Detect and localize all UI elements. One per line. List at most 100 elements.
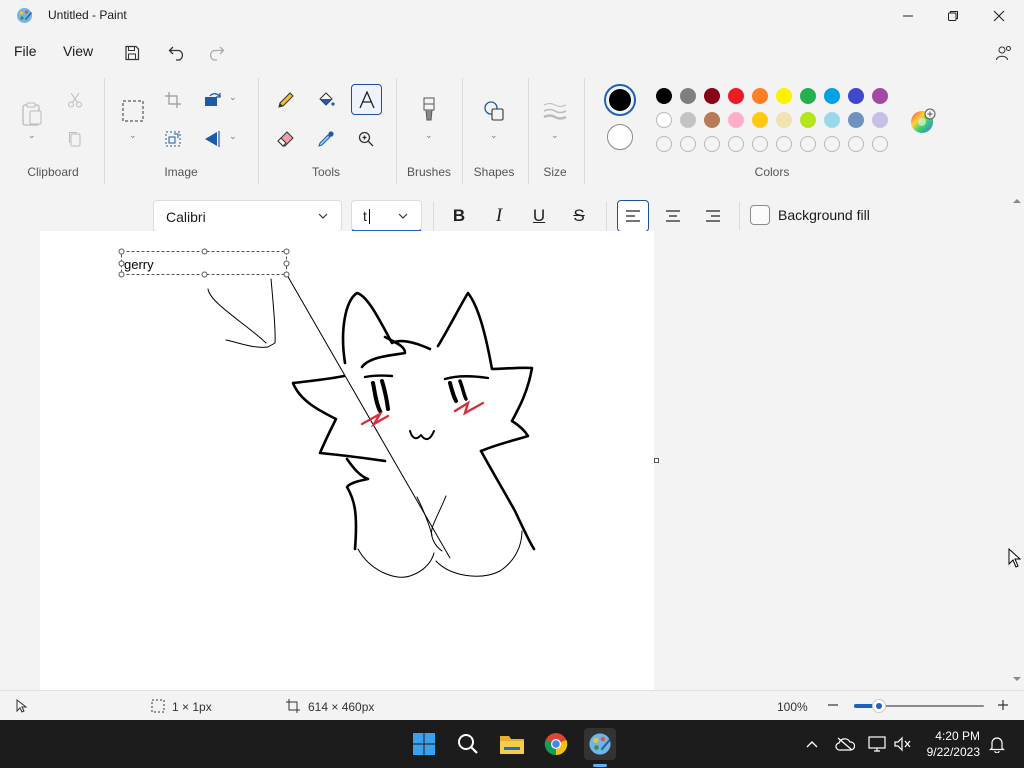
maximize-button[interactable]: [930, 0, 976, 32]
clock-time[interactable]: 4:20 PM: [920, 729, 980, 743]
color-swatch[interactable]: [776, 136, 792, 152]
start-button[interactable]: [408, 728, 440, 760]
search-button[interactable]: [452, 728, 484, 760]
menu-view[interactable]: View: [63, 43, 93, 59]
color-swatch[interactable]: [776, 88, 792, 104]
color-swatch[interactable]: [848, 136, 864, 152]
color-swatch[interactable]: [728, 112, 744, 128]
italic-button[interactable]: I: [483, 200, 515, 232]
color-swatch[interactable]: [680, 136, 696, 152]
volume-button[interactable]: [890, 728, 916, 760]
chrome-button[interactable]: [540, 728, 572, 760]
align-right-button[interactable]: [697, 200, 729, 232]
font-size-input[interactable]: t: [351, 200, 422, 232]
color-swatch[interactable]: [872, 112, 888, 128]
zoom-out-button[interactable]: [826, 698, 842, 714]
color-swatch[interactable]: [752, 136, 768, 152]
rotate-button[interactable]: [198, 85, 228, 115]
notifications-button[interactable]: [984, 728, 1010, 760]
mouse-cursor-icon: [1008, 548, 1022, 568]
color-swatch[interactable]: [824, 136, 840, 152]
color-swatch[interactable]: [704, 112, 720, 128]
minimize-button[interactable]: [885, 0, 931, 32]
copy-button[interactable]: [60, 124, 90, 154]
background-fill-checkbox[interactable]: [750, 205, 770, 225]
drawing-canvas[interactable]: gerry: [40, 231, 654, 691]
color-swatch[interactable]: [848, 88, 864, 104]
color-swatch[interactable]: [752, 88, 768, 104]
resize-button[interactable]: [158, 124, 188, 154]
color-swatch[interactable]: [728, 136, 744, 152]
resize-icon: [165, 131, 181, 147]
color-swatch[interactable]: [680, 112, 696, 128]
chrome-icon: [544, 733, 568, 756]
file-explorer-button[interactable]: [496, 728, 528, 760]
eraser-tool[interactable]: [271, 124, 301, 154]
color-swatch[interactable]: [800, 88, 816, 104]
color-swatch[interactable]: [848, 112, 864, 128]
text-a-icon: [358, 90, 375, 108]
font-family-select[interactable]: Calibri: [153, 200, 342, 232]
strikethrough-button[interactable]: S: [563, 200, 595, 232]
text-tool[interactable]: [351, 84, 382, 115]
color-swatch[interactable]: [872, 136, 888, 152]
primary-color-button[interactable]: [604, 84, 636, 116]
shapes-button[interactable]: [479, 96, 509, 126]
size-button[interactable]: [540, 96, 570, 126]
redo-button[interactable]: [202, 40, 230, 66]
vertical-scrollbar[interactable]: [1010, 192, 1024, 688]
clock-date[interactable]: 9/22/2023: [916, 745, 980, 759]
select-chevron-icon: ⌄: [129, 130, 137, 140]
pencil-tool[interactable]: [271, 85, 301, 115]
cut-button[interactable]: [60, 85, 90, 115]
flip-button[interactable]: [198, 124, 228, 154]
close-button[interactable]: [976, 0, 1022, 32]
color-swatch[interactable]: [752, 112, 768, 128]
magnifier-tool[interactable]: [351, 124, 381, 154]
color-swatch[interactable]: [824, 88, 840, 104]
select-button[interactable]: [118, 96, 148, 126]
canvas-text-box[interactable]: gerry: [124, 257, 154, 272]
shapes-icon: [484, 101, 504, 121]
save-button[interactable]: [118, 40, 146, 66]
color-swatch[interactable]: [872, 88, 888, 104]
color-swatch[interactable]: [800, 136, 816, 152]
menu-file[interactable]: File: [14, 43, 37, 59]
align-left-button[interactable]: [617, 200, 649, 232]
undo-button[interactable]: [163, 40, 191, 66]
show-hidden-icons-button[interactable]: [800, 728, 824, 760]
color-swatch[interactable]: [800, 112, 816, 128]
color-swatch[interactable]: [656, 112, 672, 128]
account-button[interactable]: [990, 40, 1018, 66]
crop-button[interactable]: [158, 85, 188, 115]
ribbon-separator: [528, 78, 529, 184]
color-swatch[interactable]: [776, 112, 792, 128]
color-swatch[interactable]: [656, 136, 672, 152]
bold-button[interactable]: B: [443, 200, 475, 232]
font-family-value: Calibri: [166, 209, 206, 225]
zoom-in-button[interactable]: [996, 698, 1012, 714]
paste-button[interactable]: [17, 94, 47, 134]
zoom-slider[interactable]: [854, 699, 984, 713]
color-swatch[interactable]: [704, 136, 720, 152]
clipboard-group-label: Clipboard: [27, 165, 79, 179]
color-picker-tool[interactable]: [311, 124, 341, 154]
canvas-resize-handle[interactable]: [654, 458, 659, 463]
brushes-button[interactable]: [414, 94, 444, 124]
color-swatch[interactable]: [656, 88, 672, 104]
window-title: Untitled - Paint: [48, 8, 127, 22]
color-swatch[interactable]: [728, 88, 744, 104]
color-swatch[interactable]: [680, 88, 696, 104]
paint-taskbar-button[interactable]: [584, 728, 616, 760]
align-center-button[interactable]: [657, 200, 689, 232]
onedrive-button[interactable]: [832, 728, 858, 760]
color-swatch[interactable]: [824, 112, 840, 128]
network-button[interactable]: [864, 728, 890, 760]
edit-colors-button[interactable]: [910, 108, 936, 133]
brush-icon: [423, 97, 435, 121]
zoom-slider-thumb[interactable]: [872, 699, 886, 713]
underline-button[interactable]: U: [523, 200, 555, 232]
color-swatch[interactable]: [704, 88, 720, 104]
secondary-color-button[interactable]: [607, 124, 633, 150]
fill-tool[interactable]: [311, 85, 341, 115]
